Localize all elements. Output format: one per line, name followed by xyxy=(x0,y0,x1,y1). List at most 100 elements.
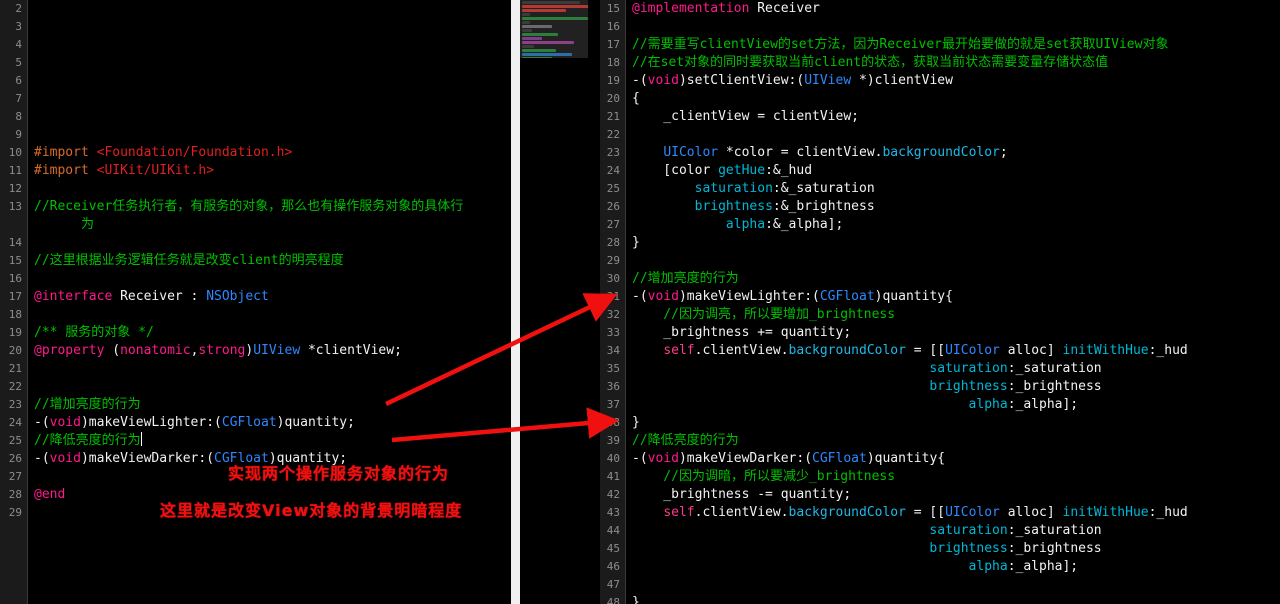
code-content-right[interactable]: @implementation Receiver //需要重写clientVie… xyxy=(626,0,1280,604)
line-number: 8 xyxy=(15,110,22,123)
line-number: 16 xyxy=(606,20,620,33)
code-token: getHue xyxy=(718,163,766,178)
code-line[interactable]: @end xyxy=(34,486,511,504)
code-line[interactable]: _brightness += quantity; xyxy=(632,324,1280,342)
code-line[interactable]: self.clientView.backgroundColor = [[UICo… xyxy=(632,342,1280,360)
code-token: _clientView = clientView; xyxy=(632,109,859,124)
code-line[interactable]: @property (nonatomic,strong)UIView *clie… xyxy=(34,342,511,360)
code-line[interactable] xyxy=(34,126,511,144)
line-number: 29 xyxy=(606,254,620,267)
code-line[interactable]: -(void)makeViewDarker:(CGFloat)quantity{ xyxy=(632,450,1280,468)
code-line[interactable] xyxy=(632,18,1280,36)
line-number: 4 xyxy=(15,38,22,51)
code-token: alpha xyxy=(968,397,1008,412)
code-line[interactable]: //增加亮度的行为 xyxy=(34,396,511,414)
vertical-scrollbar-left-pane[interactable] xyxy=(511,0,520,604)
code-line[interactable]: //增加亮度的行为 xyxy=(632,270,1280,288)
code-line[interactable] xyxy=(632,126,1280,144)
code-line[interactable]: [color getHue:&_hud xyxy=(632,162,1280,180)
code-line[interactable]: saturation:_saturation xyxy=(632,522,1280,540)
code-line[interactable] xyxy=(34,378,511,396)
code-line[interactable] xyxy=(34,234,511,252)
code-line[interactable]: alpha:&_alpha]; xyxy=(632,216,1280,234)
code-token: -( xyxy=(34,451,50,466)
code-line[interactable]: -(void)makeViewDarker:(CGFloat)quantity; xyxy=(34,450,511,468)
line-number: 13 xyxy=(8,200,22,213)
code-line[interactable] xyxy=(632,252,1280,270)
code-line[interactable] xyxy=(34,504,511,522)
code-minimap[interactable] xyxy=(520,0,588,58)
code-line[interactable]: //降低亮度的行为 xyxy=(34,432,511,450)
code-token: ] xyxy=(1046,505,1063,520)
line-number: 43 xyxy=(606,506,620,519)
code-line[interactable]: self.clientView.backgroundColor = [[UICo… xyxy=(632,504,1280,522)
code-line[interactable] xyxy=(34,0,511,18)
code-line[interactable]: //因为调亮，所以要增加_brightness xyxy=(632,306,1280,324)
line-number: 29 xyxy=(8,506,22,519)
code-line[interactable]: { xyxy=(632,90,1280,108)
code-line[interactable]: -(void)makeViewLighter:(CGFloat)quantity… xyxy=(632,288,1280,306)
code-line[interactable]: /** 服务的对象 */ xyxy=(34,324,511,342)
code-token: :&_brightness xyxy=(772,199,875,214)
line-number: 20 xyxy=(606,92,620,105)
code-token: saturation xyxy=(694,181,773,196)
line-number: 2 xyxy=(15,2,22,15)
code-line[interactable]: alpha:_alpha]; xyxy=(632,558,1280,576)
code-line[interactable]: //Receiver任务执行者，有服务的对象，那么也有操作服务对象的具体行 为 xyxy=(34,198,511,234)
code-line[interactable]: } xyxy=(632,414,1280,432)
code-line[interactable]: //降低亮度的行为 xyxy=(632,432,1280,450)
code-line[interactable]: brightness:_brightness xyxy=(632,540,1280,558)
code-token: )quantity; xyxy=(268,451,348,466)
code-line[interactable] xyxy=(34,90,511,108)
line-number: 40 xyxy=(606,452,620,465)
code-line[interactable]: -(void)setClientView:(UIView *)clientVie… xyxy=(632,72,1280,90)
code-token: -( xyxy=(632,289,648,304)
code-token: brightness xyxy=(694,199,773,214)
code-line[interactable] xyxy=(34,180,511,198)
line-number: 46 xyxy=(606,560,620,573)
code-content-left[interactable]: #import <Foundation/Foundation.h> #import… xyxy=(28,0,511,604)
code-line[interactable]: brightness:&_brightness xyxy=(632,198,1280,216)
code-line[interactable]: _clientView = clientView; xyxy=(632,108,1280,126)
code-line[interactable]: UIColor *color = clientView.backgroundCo… xyxy=(632,144,1280,162)
code-line[interactable]: @interface Receiver : NSObject xyxy=(34,288,511,306)
minimap-line xyxy=(522,53,572,56)
code-line[interactable]: alpha:_alpha]; xyxy=(632,396,1280,414)
minimap-line xyxy=(522,9,566,12)
code-line[interactable] xyxy=(34,36,511,54)
code-line[interactable]: saturation:_saturation xyxy=(632,360,1280,378)
code-line[interactable] xyxy=(34,306,511,324)
line-number: 45 xyxy=(606,542,620,555)
code-line[interactable]: //因为调暗，所以要减少_brightness xyxy=(632,468,1280,486)
code-line[interactable] xyxy=(34,108,511,126)
code-line[interactable] xyxy=(34,18,511,36)
code-line[interactable] xyxy=(34,72,511,90)
code-line[interactable]: -(void)makeViewLighter:(CGFloat)quantity… xyxy=(34,414,511,432)
code-line[interactable]: #import <UIKit/UIKit.h> xyxy=(34,162,511,180)
line-number: 16 xyxy=(8,272,22,285)
editor-pane-header-file[interactable]: 2 3 4 5 6 7 8 9 10 11 12 13 14 15 16 17 18 19 20 21 22 23 24 25… xyxy=(0,0,511,604)
code-line[interactable] xyxy=(34,468,511,486)
code-token: #import xyxy=(34,163,97,178)
code-line[interactable] xyxy=(34,360,511,378)
code-line[interactable]: //需要重写clientView的set方法，因为Receiver最开始要做的就… xyxy=(632,36,1280,54)
line-number: 12 xyxy=(8,182,22,195)
code-line[interactable]: //这里根据业务逻辑任务就是改变client的明亮程度 xyxy=(34,252,511,270)
code-line[interactable]: } xyxy=(632,594,1280,604)
code-token: backgroundColor xyxy=(788,343,906,358)
code-token: alloc xyxy=(999,343,1047,358)
code-line[interactable] xyxy=(632,576,1280,594)
code-line[interactable]: @implementation Receiver xyxy=(632,0,1280,18)
editor-pane-implementation-file[interactable]: 15 16 17 18 19 20 21 22 23 24 25 26 27 28 29 30 31 32 33 34… xyxy=(600,0,1280,604)
code-line[interactable]: _brightness -= quantity; xyxy=(632,486,1280,504)
code-line[interactable]: #import <Foundation/Foundation.h> xyxy=(34,144,511,162)
code-line[interactable] xyxy=(34,54,511,72)
code-line[interactable]: } xyxy=(632,234,1280,252)
code-line[interactable]: brightness:_brightness xyxy=(632,378,1280,396)
code-line[interactable]: //在set对象的同时要获取当前client的状态，获取当前状态需要变量存储状态… xyxy=(632,54,1280,72)
code-line[interactable]: saturation:&_saturation xyxy=(632,180,1280,198)
code-token: //Receiver任务执行者，有服务的对象，那么也有操作服务对象的具体行 为 xyxy=(34,199,464,232)
code-line[interactable] xyxy=(34,270,511,288)
